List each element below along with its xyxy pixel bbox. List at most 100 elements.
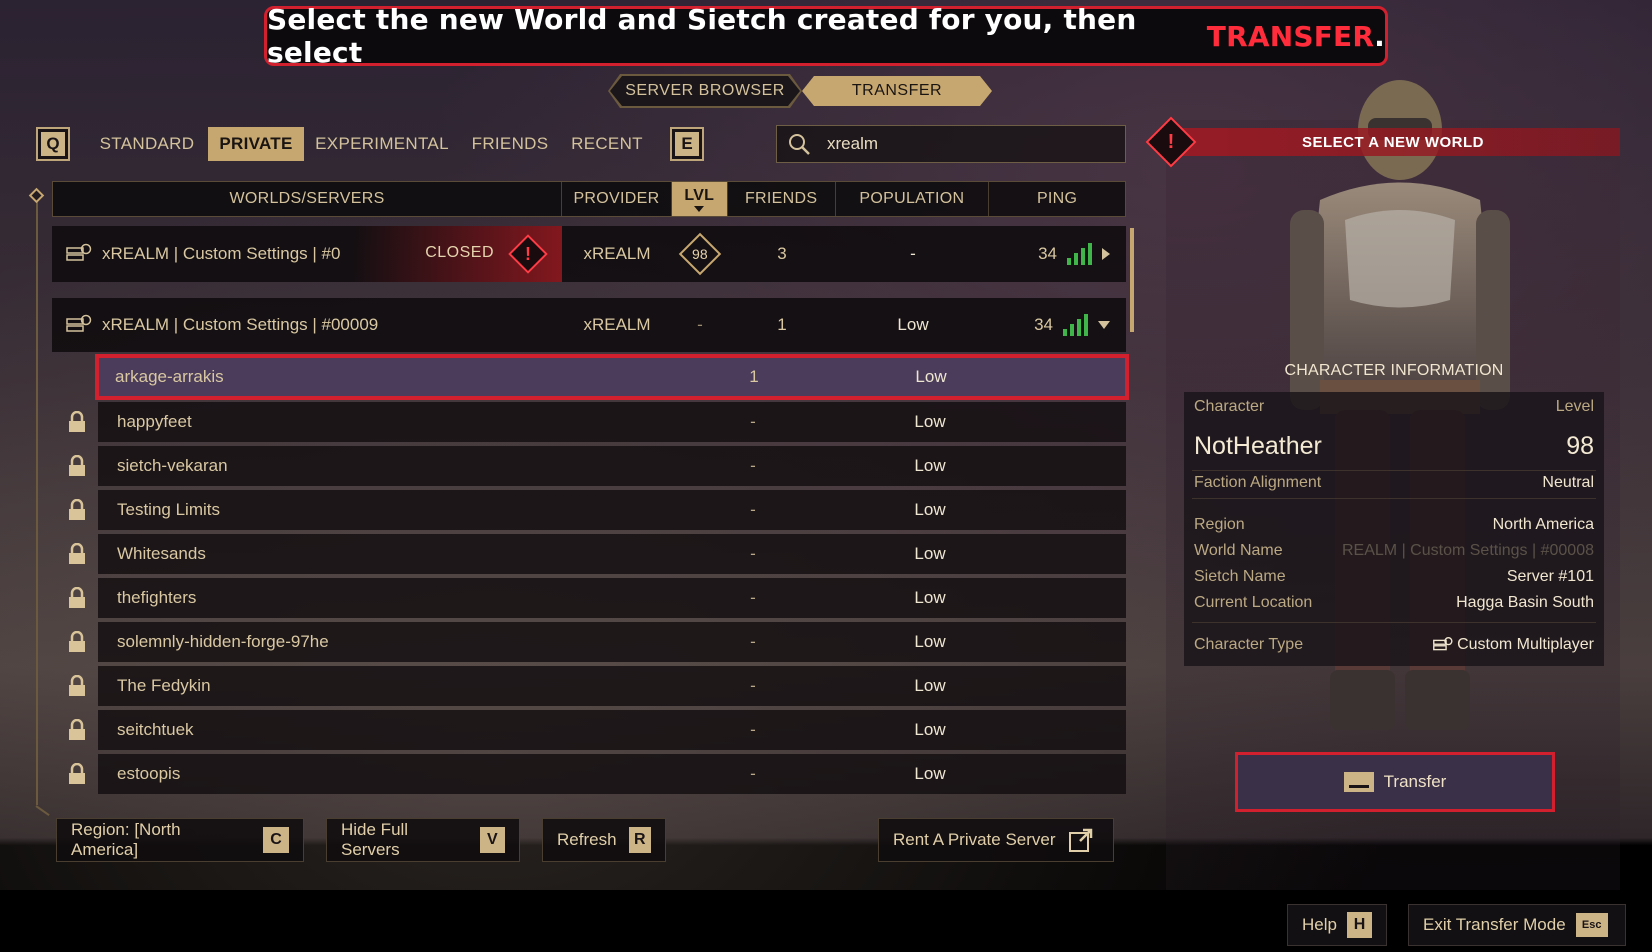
sietch-name-label: Sietch Name [1194,568,1286,585]
sietch-friends: - [750,500,756,519]
sietch-population: Low [914,500,946,519]
search-icon [789,134,810,155]
server-row[interactable]: xREALM | Custom Settings | #0 CLOSED ! x… [52,226,1126,282]
sietch-name: arkage-arrakis [115,367,224,386]
character-type: Custom Multiplayer [1433,636,1594,654]
divider [1192,622,1596,623]
server-friends: 1 [777,315,787,334]
lock-icon [68,410,86,438]
select-world-banner: SELECT A NEW WORLD [1166,128,1620,156]
transfer-label: Transfer [1383,772,1447,791]
next-filter-key[interactable]: E [670,127,704,161]
rail-foot [35,805,50,816]
sietch-name: solemnly-hidden-forge-97he [117,632,329,651]
sietch-name: sietch-vekaran [117,456,228,475]
refresh-button[interactable]: Refresh R [542,818,666,862]
sort-caret-icon [694,205,705,212]
sietch-friends: - [750,632,756,651]
help-label: Help [1302,915,1337,934]
tab-transfer[interactable]: TRANSFER [802,76,992,106]
sietch-row[interactable]: seitchtuek - Low [98,710,1126,750]
help-button[interactable]: Help H [1287,904,1387,946]
sietch-name: thefighters [117,588,197,607]
sietch-population: Low [914,764,946,783]
sietch-friends: - [750,676,756,695]
character-name: NotHeather [1194,432,1322,460]
tab-server-browser[interactable]: SERVER BROWSER [610,76,800,106]
sietch-friends: - [750,764,756,783]
sietch-population: Low [914,544,946,563]
key-r-hint: R [628,827,651,853]
sietch-friends: - [750,456,756,475]
lock-icon [68,542,86,570]
lock-icon [68,762,86,790]
sietch-row[interactable]: sietch-vekaran - Low [98,446,1126,486]
character-info-card: Character Level NotHeather 98 Faction Alig… [1184,392,1604,666]
region-label: Region [1194,516,1245,533]
col-lvl[interactable]: LVL [671,182,728,216]
server-status: CLOSED [425,244,494,261]
key-h-hint: H [1346,912,1372,938]
server-lvl: 98 [672,226,728,282]
ping-value: 34 [1038,244,1057,263]
transfer-button[interactable]: Transfer [1235,752,1555,812]
world-name-label: World Name [1194,542,1283,559]
filter-tab-recent[interactable]: RECENT [566,127,648,161]
server-provider: xREALM [583,244,651,263]
sietch-friends: - [750,588,756,607]
spacebar-key-icon [1343,772,1374,792]
banner-text: Select the new World and Sietch created … [267,3,1137,69]
external-link-icon [1068,828,1092,852]
col-worlds-servers[interactable]: WORLDS/SERVERS [53,182,563,216]
filter-tab-experimental[interactable]: EXPERIMENTAL [312,127,452,161]
level-badge: 98 [678,232,722,276]
custom-server-icon [66,243,92,261]
sietch-population: Low [914,456,946,475]
server-population: - [910,244,916,263]
region-button[interactable]: Region: [North America] C [56,818,304,862]
level-badge-value: 98 [692,245,708,262]
sietch-population: Low [914,632,946,651]
hide-full-servers-button[interactable]: Hide Full Servers V [326,818,520,862]
rent-private-server-button[interactable]: Rent A Private Server [878,818,1114,862]
sietch-row[interactable]: thefighters - Low [98,578,1126,618]
prev-filter-key[interactable]: Q [36,127,70,161]
exit-transfer-mode-button[interactable]: Exit Transfer Mode Esc [1408,904,1626,946]
sietch-row[interactable]: The Fedykin - Low [98,666,1126,706]
character-label: Character [1194,398,1265,415]
sietch-row[interactable]: solemnly-hidden-forge-97he - Low [98,622,1126,662]
divider [1192,498,1596,499]
signal-bars-icon [1067,243,1092,265]
banner-suffix: . [1374,19,1385,53]
character-type-value: Custom Multiplayer [1457,636,1594,653]
sietch-row[interactable]: Testing Limits - Low [98,490,1126,530]
sietch-row-selected[interactable]: arkage-arrakis 1 Low [95,354,1129,400]
filter-tab-friends[interactable]: FRIENDS [462,127,558,161]
sietch-population: Low [914,720,946,739]
faction-label: Faction Alignment [1194,474,1322,491]
expand-arrow-icon[interactable] [1102,248,1110,260]
col-population[interactable]: POPULATION [836,182,990,216]
search-box[interactable] [776,125,1126,163]
scrollbar-thumb[interactable] [1130,228,1134,332]
col-ping[interactable]: PING [989,182,1125,216]
divider [1192,470,1596,471]
col-provider[interactable]: PROVIDER [562,182,672,216]
current-location-value: Hagga Basin South [1456,594,1594,611]
sietch-row[interactable]: happyfeet - Low [98,402,1126,442]
server-row[interactable]: xREALM | Custom Settings | #00009 xREALM… [52,298,1126,352]
region-label: Region: [North America] [71,820,181,859]
lock-icon [68,586,86,614]
footer-bar [0,890,1652,952]
col-friends[interactable]: FRIENDS [728,182,836,216]
custom-server-icon [1433,637,1453,651]
search-input[interactable] [827,134,1097,154]
ping-value: 34 [1034,315,1053,334]
filter-tab-private[interactable]: PRIVATE [208,127,304,161]
filter-tab-standard[interactable]: STANDARD [88,127,206,161]
sietch-row[interactable]: Whitesands - Low [98,534,1126,574]
collapse-arrow-icon[interactable] [1098,321,1110,329]
character-level: 98 [1566,432,1594,460]
rail-diamond [28,187,45,204]
sietch-row[interactable]: estoopis - Low [98,754,1126,794]
